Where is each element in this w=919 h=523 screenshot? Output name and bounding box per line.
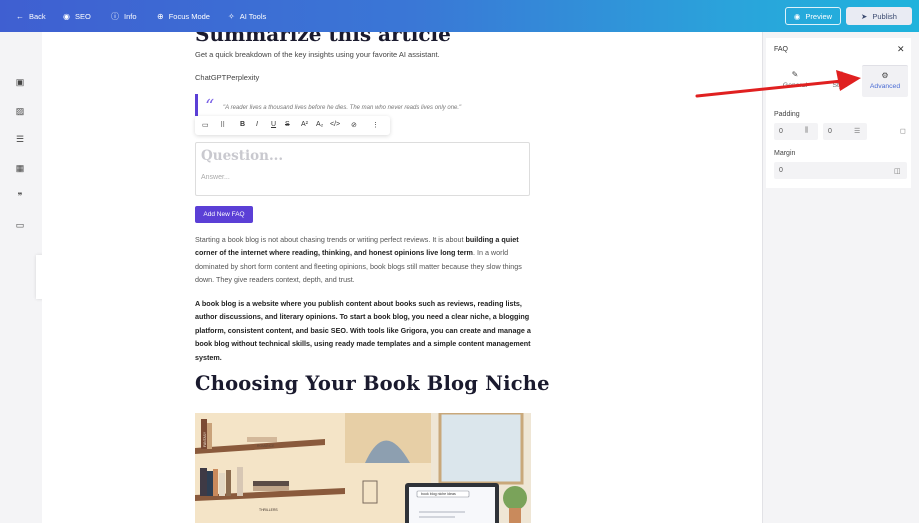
gear-icon: ⚙: [881, 71, 889, 80]
shelf-label-thrillers: THRILLERS: [259, 508, 278, 512]
quote-icon[interactable]: ❞: [13, 189, 27, 203]
block-sidebar: ▣ ▨ ☰ ▦ ❞ ▭: [0, 32, 40, 523]
shelf-label-romance: ROMANCE: [257, 444, 275, 448]
subscript-icon[interactable]: A₂: [316, 121, 323, 128]
tab-style[interactable]: ✐ Style: [818, 65, 862, 97]
top-toolbar: ← Back ◉ SEO ⓘ Info ⊕ Focus Mode ✧ AI Tools ◉…: [0, 0, 919, 32]
padding-horizontal-icon: ☰: [854, 128, 861, 135]
bookshelf-illustration: FANTASY ROMANCE THRILLERS book blog nich…: [195, 413, 531, 523]
sparkle-wand-icon: ✧: [228, 11, 235, 21]
section-title: Summarize this article: [195, 32, 451, 46]
quote-border: [195, 94, 198, 116]
heading-niche[interactable]: Choosing Your Book Blog Niche: [195, 372, 550, 395]
add-faq-button[interactable]: Add New FAQ: [195, 206, 253, 223]
publish-button[interactable]: ➤ Publish: [846, 7, 912, 25]
padding-input-1[interactable]: 0: [774, 123, 818, 140]
bookshelf-illustration-art: [195, 413, 531, 523]
tab-general[interactable]: ✎ General: [772, 65, 818, 97]
italic-icon[interactable]: I: [256, 121, 258, 128]
more-icon[interactable]: ⋮: [372, 121, 379, 129]
padding-vertical-icon: ⫼: [805, 127, 809, 134]
layout-icon[interactable]: ▣: [13, 75, 27, 89]
table-icon[interactable]: ▦: [13, 161, 27, 175]
padding-label: Padding: [774, 111, 800, 118]
code-icon[interactable]: </>: [330, 121, 340, 128]
link-sides-icon[interactable]: ◻: [900, 127, 906, 135]
editor-canvas[interactable]: Summarize this article Get a quick break…: [42, 32, 762, 523]
drag-handle-icon[interactable]: ⠿: [220, 121, 225, 129]
back-button[interactable]: ← Back: [16, 0, 46, 32]
faq-answer-field[interactable]: Answer...: [201, 174, 230, 181]
format-toolbar: ▭ ⠿ B I U S A² A₂ </> ⊘ ⋮: [195, 116, 390, 135]
faq-question-field[interactable]: Question...: [201, 148, 283, 164]
underline-icon[interactable]: U: [271, 121, 276, 128]
shelf-label-fantasy: FANTASY: [203, 431, 207, 447]
eye-icon: ◉: [793, 11, 801, 21]
quote-text: "A reader lives a thousand lives before …: [223, 105, 462, 111]
pencil-icon: ✎: [791, 70, 799, 79]
seo-button[interactable]: ◉ SEO: [63, 0, 91, 32]
bold-icon[interactable]: B: [240, 121, 245, 128]
intro-paragraph[interactable]: Starting a book blog is not about chasin…: [195, 233, 535, 287]
margin-input[interactable]: 0: [774, 162, 907, 179]
margin-sides-icon[interactable]: ◫: [894, 167, 901, 175]
arrow-left-icon: ←: [16, 11, 24, 21]
panel-title: FAQ: [774, 46, 789, 53]
link-icon[interactable]: ⊘: [351, 121, 357, 129]
list-icon[interactable]: ☰: [13, 132, 27, 146]
chat-icon[interactable]: ▭: [13, 218, 27, 232]
tab-advanced[interactable]: ⚙ Advanced: [862, 65, 908, 97]
laptop-search-text: book blog niche ideas: [421, 492, 456, 496]
close-icon[interactable]: ✕: [897, 44, 905, 55]
eye-icon: ◉: [63, 11, 70, 21]
margin-label: Margin: [774, 150, 796, 157]
info-button[interactable]: ⓘ Info: [111, 0, 137, 32]
preview-button[interactable]: ◉ Preview: [785, 7, 841, 25]
summary-subtitle: Get a quick breakdown of the key insight…: [195, 50, 440, 59]
quote-mark-icon: “: [205, 96, 215, 117]
ai-tools-button[interactable]: ✧ AI Tools: [228, 0, 266, 32]
faq-block[interactable]: Question... Answer...: [195, 142, 530, 196]
strikethrough-icon[interactable]: S: [285, 121, 290, 128]
image-icon[interactable]: ▨: [13, 104, 27, 118]
ai-links[interactable]: ChatGPTPerplexity: [195, 73, 259, 82]
summary-paragraph[interactable]: A book blog is a website where you publi…: [195, 297, 535, 364]
padding-input-2[interactable]: 0: [823, 123, 867, 140]
crosshair-icon: ⊕: [157, 11, 164, 21]
brush-icon: ✐: [836, 70, 844, 79]
info-icon: ⓘ: [111, 11, 119, 21]
send-icon: ➤: [861, 11, 868, 21]
superscript-icon[interactable]: A²: [301, 121, 308, 128]
focus-mode-button[interactable]: ⊕ Focus Mode: [157, 0, 210, 32]
chat-block-icon[interactable]: ▭: [202, 121, 209, 129]
